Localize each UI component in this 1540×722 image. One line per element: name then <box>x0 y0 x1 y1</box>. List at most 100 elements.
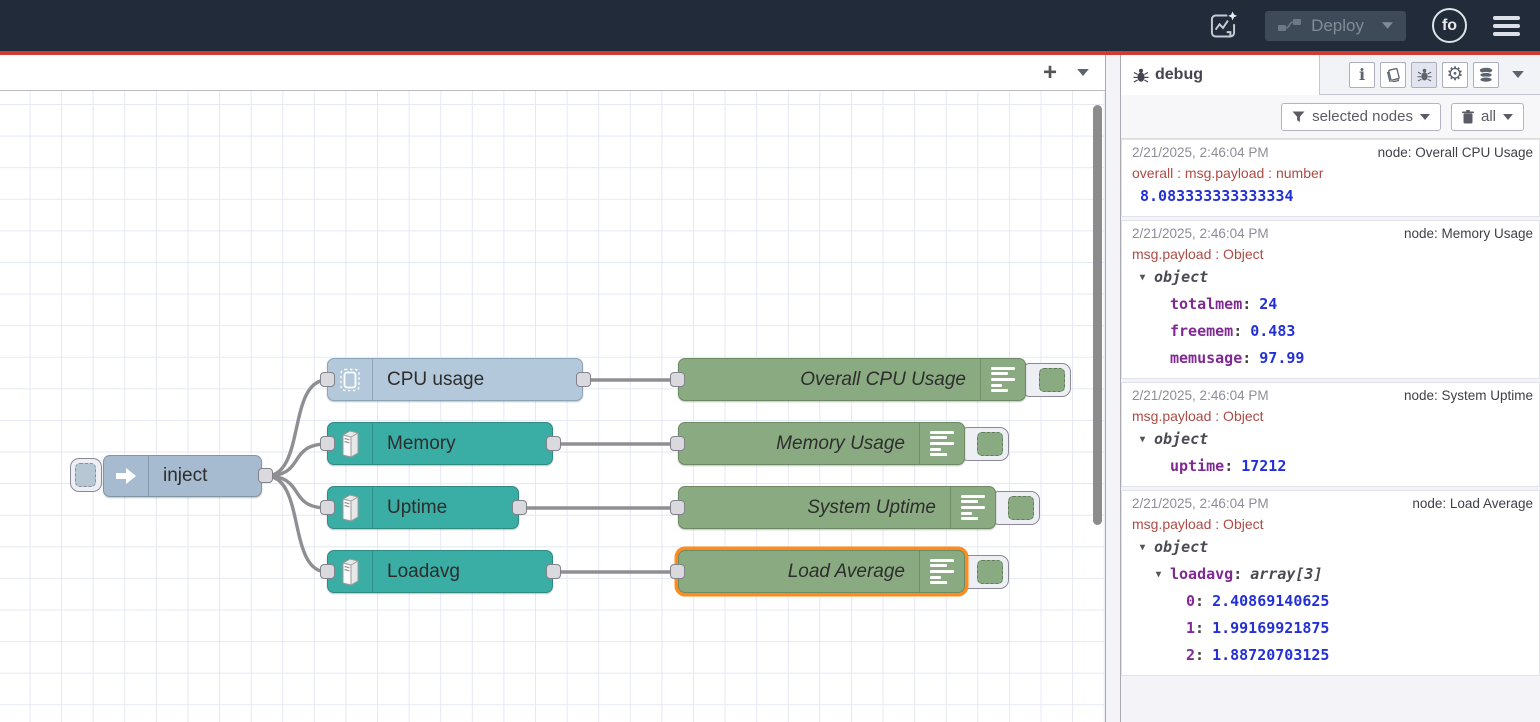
info-tab-button[interactable]: i <box>1349 62 1375 88</box>
node-debug-overall-cpu[interactable]: Overall CPU Usage <box>678 358 1026 401</box>
port-in[interactable] <box>670 564 685 579</box>
entry-type: object <box>1154 264 1208 291</box>
clear-all-button[interactable]: all <box>1451 103 1524 131</box>
entry-value: 0.483 <box>1250 318 1295 345</box>
entry-value: 8.083333333333334 <box>1140 183 1294 210</box>
node-debug-memory[interactable]: Memory Usage <box>678 422 965 465</box>
flow-list-chevron-down-icon[interactable] <box>1077 69 1089 76</box>
debug-toggle-button[interactable] <box>959 427 1009 461</box>
assistant-button[interactable] <box>1207 10 1239 42</box>
entry-key: 2 <box>1186 642 1195 669</box>
sidebar-menu-chevron-down-icon[interactable] <box>1512 71 1524 78</box>
entry-colon: : <box>1233 561 1242 588</box>
port-out[interactable] <box>512 500 527 515</box>
entry-value: 17212 <box>1241 453 1286 480</box>
canvas-scrollbar[interactable] <box>1093 105 1102 525</box>
debug-message[interactable]: 2/21/2025, 2:46:04 PM node: Overall CPU U… <box>1121 139 1540 217</box>
deploy-button[interactable]: Deploy <box>1265 11 1406 41</box>
debug-message-list: 2/21/2025, 2:46:04 PM node: Overall CPU U… <box>1121 139 1540 722</box>
node-label: System Uptime <box>679 497 995 519</box>
payload-entry: totalmem:24 <box>1132 291 1533 318</box>
inject-run-button[interactable] <box>70 458 102 492</box>
node-debug-loadavg[interactable]: Load Average <box>678 550 965 593</box>
gear-icon: ⚙ <box>1446 65 1463 84</box>
timestamp: 2/21/2025, 2:46:04 PM <box>1132 386 1269 406</box>
user-avatar[interactable]: fo <box>1432 8 1467 43</box>
tab-debug-label: debug <box>1155 66 1203 84</box>
expand-caret-icon[interactable]: ▾ <box>1140 264 1154 291</box>
debug-tab-button[interactable] <box>1411 62 1437 88</box>
wire[interactable] <box>266 444 327 476</box>
payload-entry: ▾loadavg:array[3] <box>1132 561 1533 588</box>
debug-toggle-button[interactable] <box>990 491 1040 525</box>
payload-entry: memusage:97.99 <box>1132 345 1533 372</box>
sidebar-tab-bar: debug i <box>1121 55 1540 95</box>
payload-entry: ▾object <box>1132 426 1533 453</box>
deploy-chevron-down-icon[interactable] <box>1382 22 1393 29</box>
context-tab-button[interactable] <box>1473 62 1499 88</box>
debug-message-meta: 2/21/2025, 2:46:04 PMnode: Memory Usage <box>1132 224 1533 244</box>
config-tab-button[interactable]: ⚙ <box>1442 62 1468 88</box>
inject-arrow-icon <box>104 456 149 496</box>
payload-property: overall : msg.payload : number <box>1132 163 1533 183</box>
entry-key: uptime <box>1170 453 1224 480</box>
port-in[interactable] <box>320 372 335 387</box>
timestamp: 2/21/2025, 2:46:04 PM <box>1132 143 1269 163</box>
filter-selected-nodes-button[interactable]: selected nodes <box>1281 103 1441 131</box>
menu-icon[interactable] <box>1493 16 1520 36</box>
expand-caret-icon[interactable]: ▾ <box>1140 534 1154 561</box>
deploy-label: Deploy <box>1311 16 1364 36</box>
debug-message[interactable]: 2/21/2025, 2:46:04 PMnode: Load Averagem… <box>1121 490 1540 676</box>
debug-message[interactable]: 2/21/2025, 2:46:04 PMnode: System Uptime… <box>1121 382 1540 487</box>
flow-canvas[interactable]: inject CPU usage <box>0 91 1105 722</box>
timestamp: 2/21/2025, 2:46:04 PM <box>1132 224 1269 244</box>
node-debug-uptime[interactable]: System Uptime <box>678 486 996 529</box>
node-loadavg[interactable]: Loadavg <box>327 550 553 593</box>
expand-caret-icon[interactable]: ▾ <box>1156 561 1170 588</box>
port-out[interactable] <box>546 564 561 579</box>
port-out[interactable] <box>258 468 273 483</box>
deploy-nodes-icon <box>1278 19 1301 32</box>
debug-message-meta: 2/21/2025, 2:46:04 PMnode: Load Average <box>1132 494 1533 514</box>
payload-property: msg.payload : Object <box>1132 244 1533 264</box>
debug-filter-bar: selected nodes all <box>1121 95 1540 139</box>
sidebar-splitter[interactable] <box>1105 55 1121 722</box>
entry-colon: : <box>1195 642 1204 669</box>
debug-message[interactable]: 2/21/2025, 2:46:04 PMnode: Memory Usagem… <box>1121 220 1540 379</box>
debug-message-meta: 2/21/2025, 2:46:04 PMnode: System Uptime <box>1132 386 1533 406</box>
entry-key: 1 <box>1186 615 1195 642</box>
entry-type: object <box>1154 426 1208 453</box>
wire[interactable] <box>266 476 327 508</box>
entry-colon: : <box>1233 318 1242 345</box>
help-tab-button[interactable] <box>1380 62 1406 88</box>
port-in[interactable] <box>670 436 685 451</box>
port-in[interactable] <box>320 564 335 579</box>
port-in[interactable] <box>670 500 685 515</box>
node-cpu-usage[interactable]: CPU usage <box>327 358 583 401</box>
payload-entry: 1:1.99169921875 <box>1132 615 1533 642</box>
add-flow-button[interactable]: + <box>1043 63 1057 83</box>
payload-property: msg.payload : Object <box>1132 514 1533 534</box>
port-in[interactable] <box>320 500 335 515</box>
node-inject[interactable]: inject <box>103 455 262 497</box>
entry-key: loadavg <box>1170 561 1233 588</box>
filter-label: selected nodes <box>1312 108 1413 125</box>
port-out[interactable] <box>576 372 591 387</box>
entry-type: object <box>1154 534 1208 561</box>
port-in[interactable] <box>320 436 335 451</box>
entry-value: 97.99 <box>1259 345 1304 372</box>
payload-entry: uptime:17212 <box>1132 453 1533 480</box>
expand-caret-icon[interactable]: ▾ <box>1140 426 1154 453</box>
debug-list-icon <box>919 551 964 592</box>
debug-toggle-button[interactable] <box>1021 363 1071 397</box>
source-node-name: node: Overall CPU Usage <box>1378 143 1533 163</box>
node-uptime[interactable]: Uptime <box>327 486 519 529</box>
node-memory[interactable]: Memory <box>327 422 553 465</box>
port-out[interactable] <box>546 436 561 451</box>
clear-all-label: all <box>1481 108 1496 125</box>
chevron-down-icon <box>1420 114 1430 120</box>
payload-entry: 8.083333333333334 <box>1132 183 1533 210</box>
debug-toggle-button[interactable] <box>959 555 1009 589</box>
tab-debug[interactable]: debug <box>1121 55 1320 95</box>
port-in[interactable] <box>670 372 685 387</box>
